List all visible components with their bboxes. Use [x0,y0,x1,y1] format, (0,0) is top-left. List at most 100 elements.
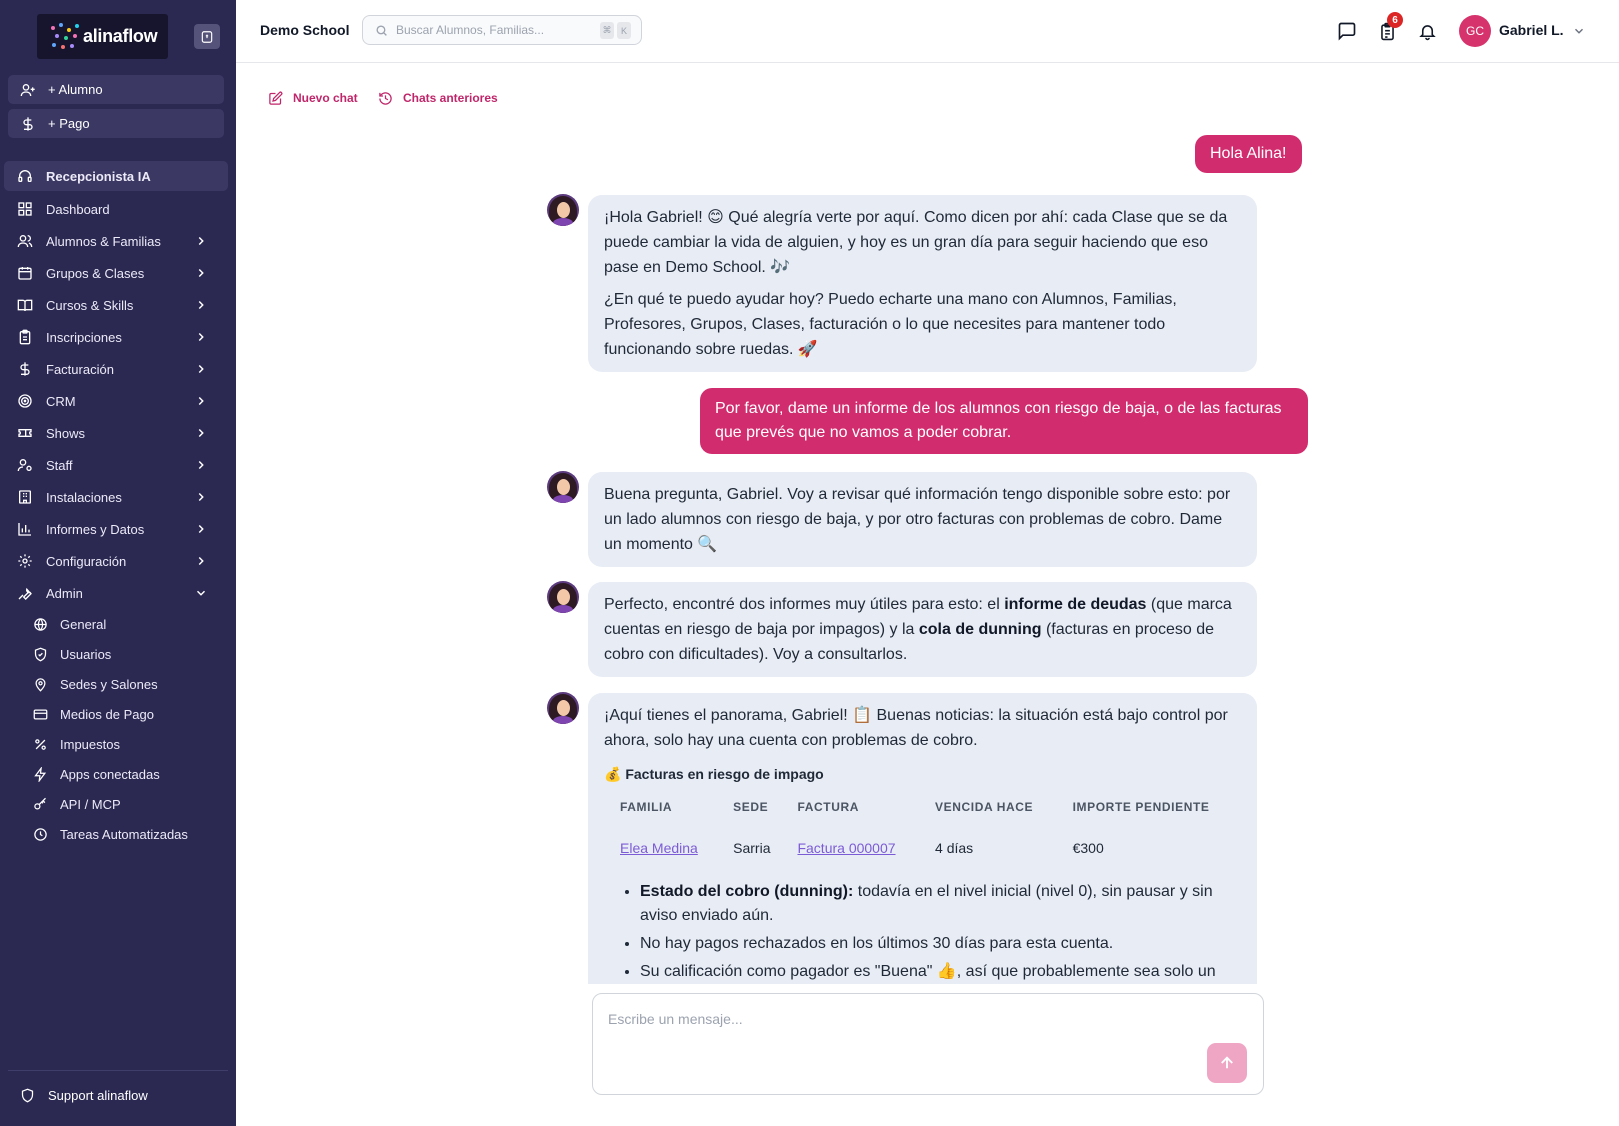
user-name[interactable]: Gabriel L. [1499,22,1564,38]
sidebar-item-staff[interactable]: Staff [4,449,228,481]
map-pin-icon [32,676,48,692]
sidebar-item-shows[interactable]: Shows [4,417,228,449]
column-header: SEDE [733,800,769,814]
sidebar-subitem-sedes-salones[interactable]: Sedes y Salones [4,669,228,699]
support-label: Support alinaflow [48,1087,148,1103]
sidebar-item-label: Inscripciones [46,329,122,345]
top-header: Demo School ⌘ K [236,0,1619,63]
sede-cell: Sarria [733,840,771,856]
sidebar-subitem-api-mcp[interactable]: API / MCP [4,789,228,819]
quick-action-label: + Alumno [48,82,103,97]
family-link[interactable]: Elea Medina [620,840,698,856]
assistant-message: ¡Aquí tienes el panorama, Gabriel! 📋 Bue… [588,693,1257,984]
pin-icon [201,30,213,43]
highlight-informe-deudas: informe de deudas [1004,596,1147,613]
assistant-avatar [547,581,579,613]
user-avatar[interactable]: GC [1459,15,1491,47]
sidebar-item-configuracion[interactable]: Configuración [4,545,228,577]
sidebar-item-crm[interactable]: CRM [4,385,228,417]
notifications-button[interactable] [1416,20,1438,42]
overdue-cell: 4 días [935,840,974,856]
assistant-message: ¡Hola Gabriel! 😊 Qué alegría verte por a… [588,195,1257,372]
sidebar-subitem-impuestos[interactable]: Impuestos [4,729,228,759]
brand-logo[interactable]: alinaflow [37,14,168,59]
sidebar-subitem-tareas-automatizadas[interactable]: Tareas Automatizadas [4,819,228,849]
quick-add-payment-button[interactable]: + Pago [8,109,224,138]
bolt-icon [32,766,48,782]
bell-icon [1418,24,1436,40]
bar-chart-icon [16,520,34,538]
table-row: Elea Medina Sarria Factura 000007 4 días… [604,827,1241,868]
sidebar-subitem-apps-conectadas[interactable]: Apps conectadas [4,759,228,789]
tasks-count-badge: 6 [1387,12,1403,28]
pin-sidebar-button[interactable] [194,24,220,49]
message-input[interactable] [608,1011,1188,1041]
sidebar-item-label: Staff [46,457,73,473]
sidebar-item-inscripciones[interactable]: Inscripciones [4,321,228,353]
sidebar-item-label: Recepcionista IA [46,168,151,184]
sidebar-subitem-label: General [60,616,107,632]
sidebar-item-recepcionista-ia[interactable]: Recepcionista IA [4,161,228,191]
globe-icon [32,616,48,632]
message-paragraph: Perfecto, encontré dos informes muy útil… [604,596,1232,663]
sidebar-item-label: Alumnos & Familias [46,233,161,249]
column-header: FACTURA [797,800,859,814]
chevron-right-icon [198,524,204,534]
new-chat-button[interactable]: Nuevo chat [268,90,358,106]
previous-chats-button[interactable]: Chats anteriores [378,90,498,106]
messages-button[interactable] [1336,20,1358,42]
message-paragraph: ¡Aquí tienes el panorama, Gabriel! 📋 Bue… [604,707,1228,749]
sidebar-item-cursos-skills[interactable]: Cursos & Skills [4,289,228,321]
invoice-link[interactable]: Factura 000007 [797,840,895,856]
sidebar-subitem-usuarios[interactable]: Usuarios [4,639,228,669]
logo-mark-icon [47,20,81,54]
credit-card-icon [32,706,48,722]
school-name[interactable]: Demo School [260,22,349,38]
support-link[interactable]: Support alinaflow [20,1087,148,1103]
chevron-right-icon [198,300,204,310]
quick-add-student-button[interactable]: + Alumno [8,75,224,104]
message-paragraph: ¿En qué te puedo ayudar hoy? Puedo echar… [604,291,1177,358]
sidebar-item-informes-datos[interactable]: Informes y Datos [4,513,228,545]
sidebar-subitem-general[interactable]: General [4,609,228,639]
sidebar-item-alumnos-familias[interactable]: Alumnos & Familias [4,225,228,257]
sidebar-item-label: Dashboard [46,201,110,217]
invoices-at-risk-table: FAMILIA SEDE FACTURA VENCIDA HACE IMPORT… [604,795,1241,868]
highlight-cola-dunning: cola de dunning [918,621,1042,638]
assistant-message: Buena pregunta, Gabriel. Voy a revisar q… [588,472,1257,567]
sidebar-item-label: Shows [46,425,86,441]
chevron-right-icon [198,364,204,374]
chevron-down-icon [196,590,206,596]
sidebar-subitem-label: API / MCP [60,796,121,812]
sidebar-item-instalaciones[interactable]: Instalaciones [4,481,228,513]
column-header: VENCIDA HACE [935,800,1034,814]
sidebar-item-grupos-clases[interactable]: Grupos & Clases [4,257,228,289]
history-icon [378,90,394,106]
users-icon [16,232,34,250]
send-button[interactable] [1207,1043,1247,1083]
arrow-up-icon [1221,1056,1233,1069]
new-chat-label: Nuevo chat [293,91,358,105]
brand-name: alinaflow [83,26,158,46]
sidebar-item-label: Instalaciones [46,489,122,505]
gear-icon [16,552,34,570]
chevron-right-icon [198,556,204,566]
assistant-avatar [547,692,579,724]
percent-icon [32,736,48,752]
global-search[interactable]: ⌘ K [362,15,642,45]
sidebar-item-label: CRM [46,393,76,409]
sidebar-item-label: Admin [46,585,83,601]
sidebar-item-dashboard[interactable]: Dashboard [4,193,228,225]
sidebar-item-facturacion[interactable]: Facturación [4,353,228,385]
user-gear-icon [16,456,34,474]
message-square-icon [1338,22,1356,41]
sidebar-subitem-medios-de-pago[interactable]: Medios de Pago [4,699,228,729]
search-input[interactable] [396,23,596,37]
list-item: Estado del cobro (dunning): todavía en e… [640,880,1241,928]
user-message: Por favor, dame un informe de los alumno… [700,388,1308,454]
sidebar-subitem-label: Impuestos [60,736,120,752]
sidebar-item-admin[interactable]: Admin [4,577,228,609]
shield-check-icon [32,646,48,662]
assistant-avatar [547,471,579,503]
chevron-down-icon[interactable] [1572,24,1586,38]
